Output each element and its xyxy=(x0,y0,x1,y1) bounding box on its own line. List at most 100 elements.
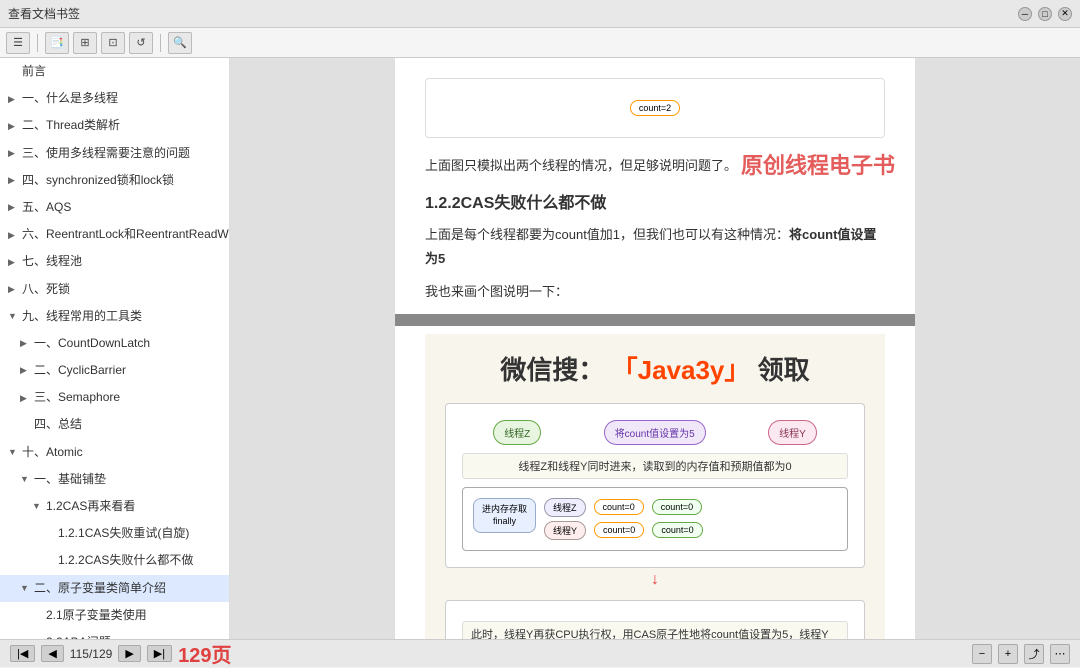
fit-page-btn[interactable]: ⊞ xyxy=(73,32,97,54)
close-btn[interactable]: ✕ xyxy=(1058,7,1072,21)
sidebar-label-ch10-1: 一、基础铺垫 xyxy=(34,470,106,489)
sidebar-item-ch9[interactable]: ▼ 九、线程常用的工具类 xyxy=(0,303,229,330)
fit-width-btn[interactable]: ⊡ xyxy=(101,32,125,54)
sidebar-label-ch9-1: 一、CountDownLatch xyxy=(34,334,150,353)
thread-y-mem-label: 线程Y xyxy=(544,521,586,540)
arrow-ch10-2: ▼ xyxy=(20,581,30,595)
sidebar-label-ch4: 四、synchronized锁和lock锁 xyxy=(22,171,174,190)
sidebar-item-ch6[interactable]: ▶ 六、ReentrantLock和ReentrantReadW... xyxy=(0,221,229,248)
arrow-ch5: ▶ xyxy=(8,200,18,214)
sidebar-item-ch9-2[interactable]: ▶ 二、CyclicBarrier xyxy=(0,357,229,384)
sidebar-item-ch10-2[interactable]: ▼ 二、原子变量类简单介绍 xyxy=(0,575,229,602)
last-page-btn[interactable]: ▶| xyxy=(147,645,172,662)
arrow-ch9-3: ▶ xyxy=(20,391,30,405)
count-oval-top: count=2 xyxy=(630,100,680,116)
arrow-ch10: ▼ xyxy=(8,445,18,459)
count-y-expect-1: count=0 xyxy=(652,522,702,538)
bookmark-btn[interactable]: 📑 xyxy=(45,32,69,54)
sidebar-item-ch10-1-2-1[interactable]: 1.2.1CAS失败重试(自旋) xyxy=(0,520,229,547)
thread-diagram-1: 线程Z 将count值设置为5 线程Y 线程Z和线程Y同时进来，读取到的内存值和… xyxy=(445,403,865,568)
share-btn[interactable]: ⤴ xyxy=(1024,644,1044,664)
thread-y-oval-1: 线程Y xyxy=(768,420,817,445)
sidebar-label-ch1: 一、什么是多线程 xyxy=(22,89,118,108)
sidebar-label-ch10-1-2: 1.2CAS再来看看 xyxy=(46,497,135,516)
menu-btn[interactable]: ☰ xyxy=(6,32,30,54)
promo-after: 领取 xyxy=(758,355,810,385)
promo-before: 微信搜： xyxy=(500,355,604,385)
page-info: 115/129 xyxy=(70,647,113,661)
sidebar-item-ch7[interactable]: ▶ 七、线程池 xyxy=(0,248,229,275)
sidebar-label-ch10: 十、Atomic xyxy=(22,443,83,462)
sidebar-item-ch2[interactable]: ▶ 二、Thread类解析 xyxy=(0,112,229,139)
sidebar-item-ch10-1[interactable]: ▼ 一、基础铺垫 xyxy=(0,466,229,493)
arrow-ch6: ▶ xyxy=(8,228,18,242)
promo-title: 微信搜： 「Java3y」 领取 xyxy=(445,350,865,387)
zoom-in-btn[interactable]: + xyxy=(998,644,1018,664)
sidebar-item-ch4[interactable]: ▶ 四、synchronized锁和lock锁 xyxy=(0,167,229,194)
diagram-box-top: count=2 xyxy=(425,78,885,138)
sidebar-label-ch10-1-2-2: 1.2.2CAS失败什么都不做 xyxy=(58,551,193,570)
promo-banner: 微信搜： 「Java3y」 领取 线程Z 将count值设置为5 xyxy=(425,334,885,639)
sidebar-label-ch10-2: 二、原子变量类简单介绍 xyxy=(34,579,166,598)
count-z-mem-1: count=0 xyxy=(594,499,644,515)
thread-diagram-2: 此时，线程Y再获CPU执行权，用CAS原子性地将count值设置为5，线程Y完成… xyxy=(445,600,865,639)
sidebar-label-ch3: 三、使用多线程需要注意的问题 xyxy=(22,144,190,163)
sidebar-label-ch6: 六、ReentrantLock和ReentrantReadW... xyxy=(22,225,229,244)
maximize-btn[interactable]: □ xyxy=(1038,7,1052,21)
sidebar-item-ch5[interactable]: ▶ 五、AQS xyxy=(0,194,229,221)
arrow-ch10-1-2: ▼ xyxy=(32,499,42,513)
sidebar-item-ch9-1[interactable]: ▶ 一、CountDownLatch xyxy=(0,330,229,357)
count-z-expect-1: count=0 xyxy=(652,499,702,515)
sidebar-label-ch2: 二、Thread类解析 xyxy=(22,116,120,135)
total-pages: 129 xyxy=(92,647,112,661)
window-title: 查看文档书签 xyxy=(8,5,80,22)
sidebar-item-ch3[interactable]: ▶ 三、使用多线程需要注意的问题 xyxy=(0,140,229,167)
settings-btn[interactable]: ⋯ xyxy=(1050,644,1070,664)
sidebar[interactable]: 前言 ▶ 一、什么是多线程 ▶ 二、Thread类解析 ▶ 三、使用多线程需要注… xyxy=(0,58,230,639)
current-page: 115 xyxy=(70,647,89,661)
sidebar-label-ch10-1-2-1: 1.2.1CAS失败重试(自旋) xyxy=(58,524,189,543)
sidebar-label-ch9: 九、线程常用的工具类 xyxy=(22,307,142,326)
sidebar-item-ch1[interactable]: ▶ 一、什么是多线程 xyxy=(0,85,229,112)
bottom-nav: |◀ ◀ 115/129 ▶ ▶| 129页 xyxy=(10,639,231,668)
top-bar: 查看文档书签 ─ □ ✕ xyxy=(0,0,1080,28)
sidebar-item-ch8[interactable]: ▶ 八、死锁 xyxy=(0,276,229,303)
bottom-right-controls: − + ⤴ ⋯ xyxy=(972,644,1070,664)
search-btn[interactable]: 🔍 xyxy=(168,32,192,54)
rotate-left-btn[interactable]: ↺ xyxy=(129,32,153,54)
arrow-ch4: ▶ xyxy=(8,173,18,187)
sidebar-item-ch9-3[interactable]: ▶ 三、Semaphore xyxy=(0,384,229,411)
sidebar-item-ch10-1-2-2[interactable]: 1.2.2CAS失败什么都不做 xyxy=(0,547,229,574)
arrow-ch10-1: ▼ xyxy=(20,472,30,486)
first-page-btn[interactable]: |◀ xyxy=(10,645,35,662)
thread-z-oval-1: 线程Z xyxy=(493,420,541,445)
sidebar-label-ch5: 五、AQS xyxy=(22,198,71,217)
sidebar-item-ch10[interactable]: ▼ 十、Atomic xyxy=(0,439,229,466)
diag-desc-2: 此时，线程Y再获CPU执行权，用CAS原子性地将count值设置为5，线程Y完成… xyxy=(462,621,848,639)
arrow-ch1: ▶ xyxy=(8,92,18,106)
sidebar-item-ch10-2-1[interactable]: 2.1原子变量类使用 xyxy=(0,602,229,629)
arrow-ch9: ▼ xyxy=(8,309,18,323)
sidebar-item-ch10-1-2[interactable]: ▼ 1.2CAS再来看看 xyxy=(0,493,229,520)
sidebar-item-ch9-4[interactable]: 四、总结 xyxy=(0,411,229,438)
promo-highlight: 「Java3y」 xyxy=(612,355,751,385)
sep1 xyxy=(37,34,38,52)
sidebar-label-ch7: 七、线程池 xyxy=(22,252,82,271)
window-controls: ─ □ ✕ xyxy=(1018,7,1072,21)
sep2 xyxy=(160,34,161,52)
next-page-btn[interactable]: ▶ xyxy=(118,645,140,662)
watermark-text: 原创线程电子书 xyxy=(741,148,895,180)
page-container: count=2 上面图只模拟出两个线程的情况，但足够说明问题了。 1.2.2CA… xyxy=(395,58,915,639)
diag-desc-1: 线程Z和线程Y同时进来，读取到的内存值和预期值都为0 xyxy=(462,453,848,479)
arrow-ch9-1: ▶ xyxy=(20,336,30,350)
arrow-ch2: ▶ xyxy=(8,119,18,133)
minimize-btn[interactable]: ─ xyxy=(1018,7,1032,21)
sidebar-label-ch8: 八、死锁 xyxy=(22,280,70,299)
zoom-out-btn[interactable]: − xyxy=(972,644,992,664)
page-count-display: 129页 xyxy=(178,639,231,668)
sidebar-label-ch10-2-1: 2.1原子变量类使用 xyxy=(46,606,147,625)
prev-page-btn[interactable]: ◀ xyxy=(41,645,63,662)
sidebar-item-preface[interactable]: 前言 xyxy=(0,58,229,85)
sidebar-item-ch10-2-2[interactable]: 2.2ABA问题 xyxy=(0,629,229,639)
arrow-ch7: ▶ xyxy=(8,255,18,269)
